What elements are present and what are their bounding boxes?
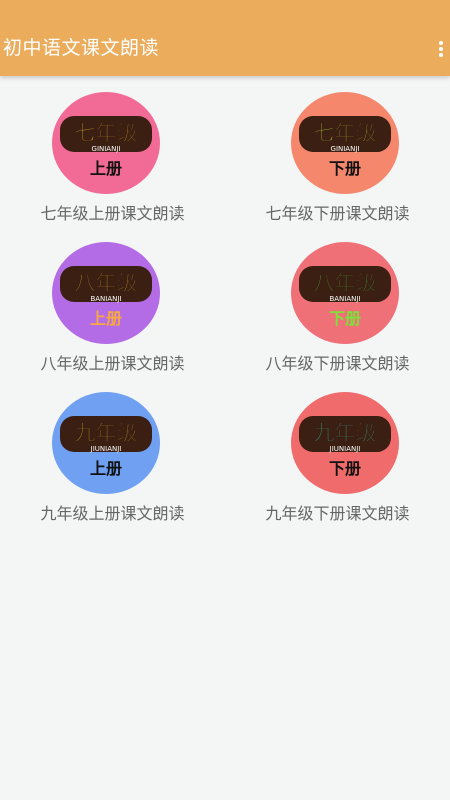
grade-title: 九年级 [74,421,138,445]
app-title: 初中语文课文朗读 [3,37,160,59]
book-tile-8-up[interactable]: 八年级 BANIANJI 上册 八年级上册课文朗读 [0,226,225,376]
book-label: 八年级上册课文朗读 [40,354,185,373]
grade-pinyin: GINIANJI [331,145,360,153]
book-label: 七年级上册课文朗读 [40,204,185,223]
grade-badge-icon: 八年级BANIANJI 上册 [60,266,152,328]
grade-pinyin: BANIANJI [329,295,360,303]
app-bar: 初中语文课文朗读 [0,0,450,76]
volume-label: 下册 [329,309,361,328]
book-label: 八年级下册课文朗读 [265,354,410,373]
grade-title: 八年级 [75,271,138,295]
grade-title: 七年级 [314,121,377,145]
grade-badge-icon: 九年级JIUNIANJI 下册 [299,416,391,478]
grade-title: 八年级 [314,271,377,295]
book-tile-8-down[interactable]: 八年级 BANIANJI 下册 八年级下册课文朗读 [225,226,450,376]
grade-title: 七年级 [75,121,138,145]
book-tile-9-down[interactable]: 九年级 JIUNIANJI 下册 九年级下册课文朗读 [225,376,450,526]
book-cover: 七年级 GINIANJI 下册 [291,92,399,194]
grade-title: 九年级 [313,421,377,445]
more-vertical-icon[interactable] [434,38,448,60]
volume-label: 上册 [90,159,122,178]
book-cover: 九年级 JIUNIANJI 上册 [52,392,160,494]
grade-badge-icon: 九年级JIUNIANJI 上册 [60,416,152,478]
grade-pinyin: JIUNIANJI [90,445,122,453]
book-cover: 八年级 BANIANJI 下册 [291,242,399,344]
book-cover: 八年级 BANIANJI 上册 [52,242,160,344]
book-label: 九年级下册课文朗读 [265,504,410,523]
volume-label: 下册 [329,159,361,178]
book-cover: 七年级 GINIANJI 上册 [52,92,160,194]
grade-pinyin: JIUNIANJI [329,445,361,453]
volume-label: 上册 [90,459,122,478]
grade-badge-icon: 八年级BANIANJI 下册 [299,266,391,328]
volume-label: 下册 [329,459,361,478]
grade-badge-icon: 七年级GINIANJI 下册 [299,116,391,178]
grade-pinyin: GINIANJI [92,145,121,153]
book-label: 七年级下册课文朗读 [265,204,410,223]
book-label: 九年级上册课文朗读 [40,504,185,523]
book-cover: 九年级 JIUNIANJI 下册 [291,392,399,494]
book-tile-7-up[interactable]: 七年级 GINIANJI 上册 七年级上册课文朗读 [0,76,225,226]
volume-label: 上册 [90,309,122,328]
book-tile-9-up[interactable]: 九年级 JIUNIANJI 上册 九年级上册课文朗读 [0,376,225,526]
grade-pinyin: BANIANJI [90,295,121,303]
book-tile-7-down[interactable]: 七年级 GINIANJI 下册 七年级下册课文朗读 [225,76,450,226]
grade-badge-icon: 七年级GINIANJI 上册 [60,116,152,178]
